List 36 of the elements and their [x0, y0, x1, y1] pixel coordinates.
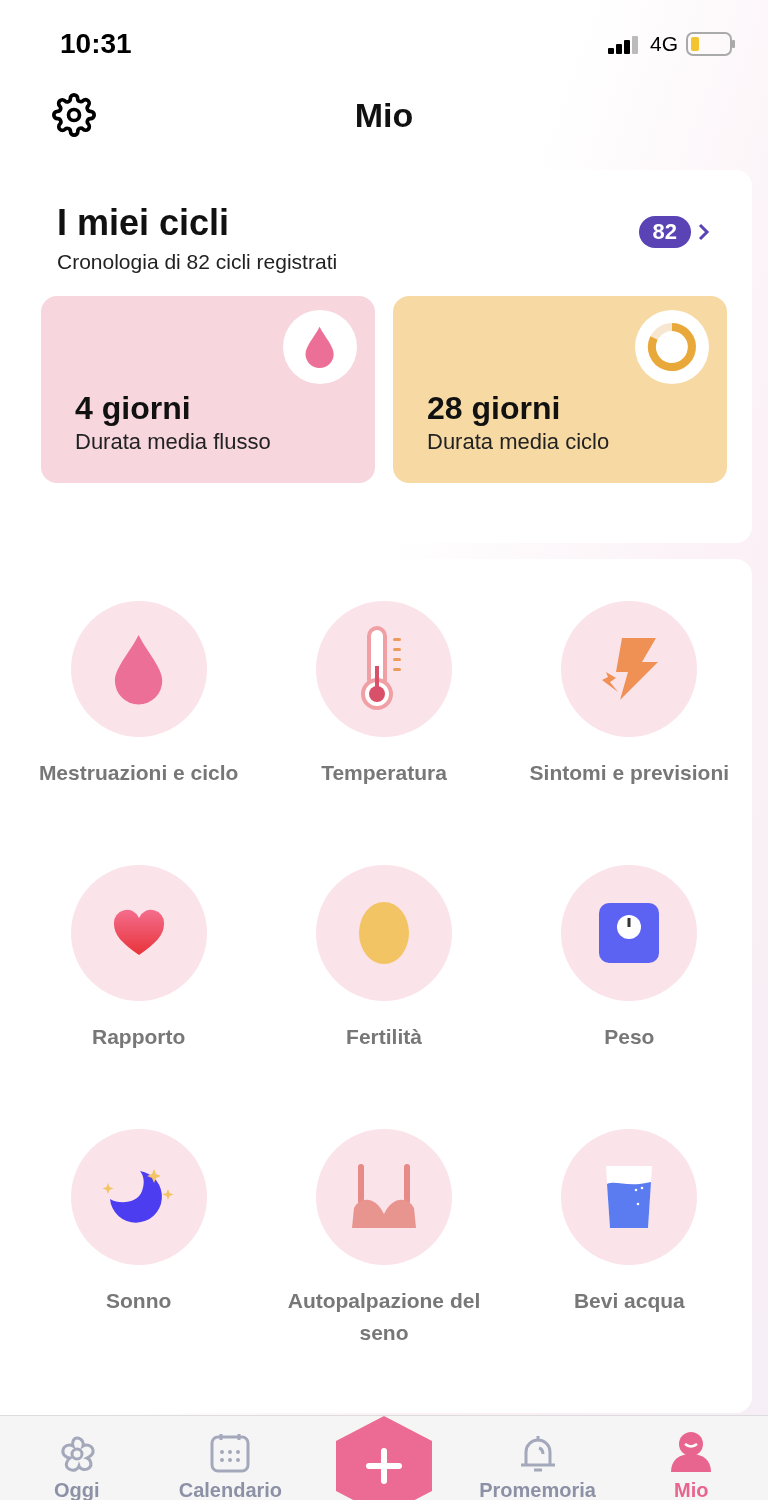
section-title: I miei cicli: [57, 202, 231, 244]
feature-label[interactable]: Peso: [604, 1021, 655, 1053]
calendar-icon: [209, 1432, 252, 1474]
chevron-right-icon[interactable]: [697, 222, 711, 242]
add-button[interactable]: [336, 1416, 432, 1500]
feature-label[interactable]: Bevi acqua: [573, 1285, 685, 1317]
scale-icon: [599, 903, 660, 963]
battery-icon: [686, 32, 736, 56]
status-time: 10:31: [60, 28, 132, 60]
plus-icon: [365, 1447, 403, 1485]
settings-icon[interactable]: [52, 93, 96, 137]
stat-value: 28 giorni: [427, 390, 562, 427]
feature-label[interactable]: Fertilità: [346, 1021, 422, 1053]
feature-label[interactable]: Rapporto: [92, 1021, 186, 1053]
count-badge[interactable]: 82: [638, 216, 691, 248]
tab[interactable]: Promemoria: [460, 1432, 615, 1500]
page-title: Mio: [353, 95, 415, 135]
tab[interactable]: Mio: [614, 1430, 768, 1500]
network-label: 4G: [650, 32, 678, 56]
stat-label: Durata media ciclo: [427, 429, 611, 455]
stat-label: Durata media flusso: [75, 429, 272, 455]
egg-icon: [359, 902, 409, 964]
water-glass-icon: [606, 1166, 653, 1228]
ring-icon: [645, 320, 699, 374]
section-subtitle: Cronologia di 82 cicli registrati: [57, 250, 338, 274]
person-icon: [669, 1430, 714, 1474]
feature-label[interactable]: Temperatura: [321, 757, 447, 789]
stat-card[interactable]: 28 giorni Durata media ciclo: [393, 296, 727, 483]
feature-label[interactable]: Sonno: [106, 1285, 172, 1317]
heart-icon: [111, 909, 166, 957]
tab[interactable]: Calendario: [153, 1432, 308, 1500]
feature-label[interactable]: Autopalpazione del seno: [274, 1285, 494, 1349]
feature-label[interactable]: Mestruazioni e ciclo: [38, 757, 239, 789]
stat-value: 4 giorni: [75, 390, 192, 427]
stat-card[interactable]: 4 giorni Durata media flusso: [41, 296, 375, 483]
feature-label[interactable]: Sintomi e previsioni: [529, 757, 730, 789]
